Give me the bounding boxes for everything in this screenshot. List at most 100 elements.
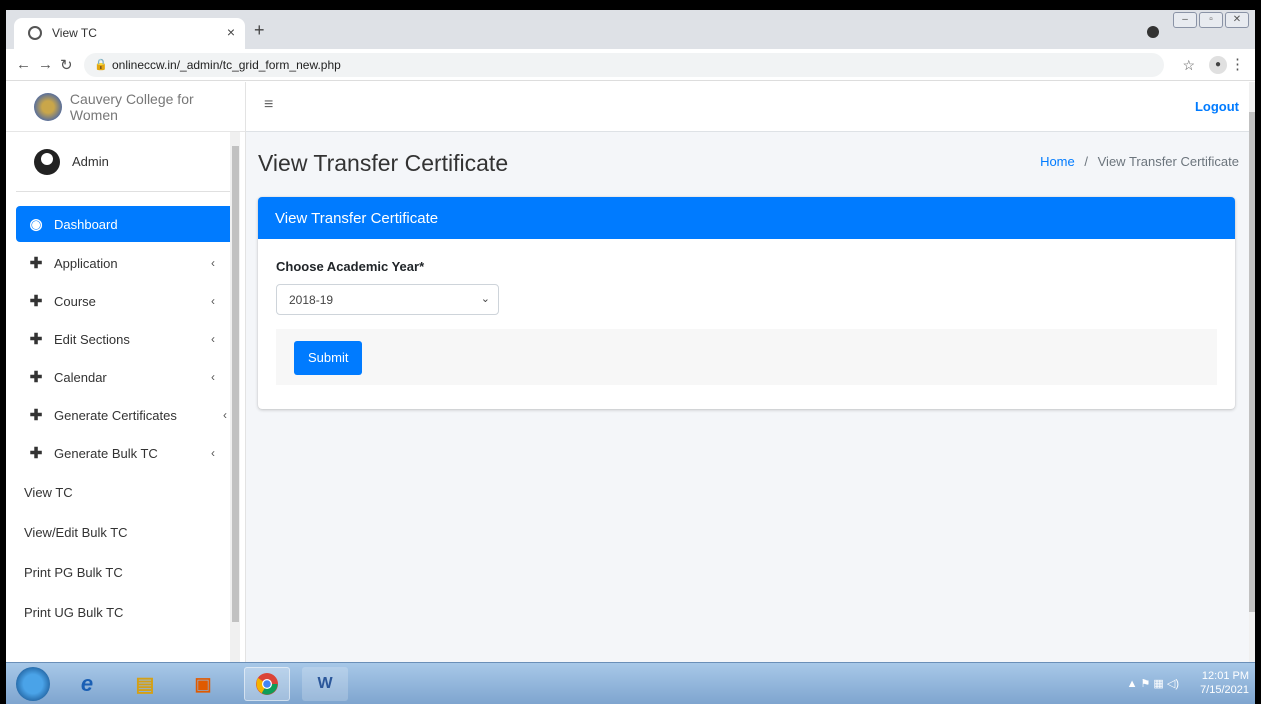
logout-link[interactable]: Logout xyxy=(1195,99,1239,114)
college-logo xyxy=(34,92,62,121)
brand-name: Cauvery College for Women xyxy=(69,90,194,123)
chevron-left-icon: ‹ xyxy=(211,446,215,460)
window-controls: – ▫ ✕ xyxy=(1173,12,1249,28)
sidebar-item-label: Print UG Bulk TC xyxy=(24,604,124,620)
breadcrumb-home-link[interactable]: Home xyxy=(1040,154,1075,169)
sidebar-item-view-tc[interactable]: View TC xyxy=(16,472,235,512)
sidebar-item-label: Generate Bulk TC xyxy=(54,445,158,461)
chevron-left-icon: ‹ xyxy=(223,408,227,422)
tray-icons[interactable]: ▲ ⚑ ▦ ◁) xyxy=(1127,677,1179,690)
sidebar-item-edit-sections[interactable]: ✚ Edit Sections ‹ xyxy=(16,320,235,358)
plus-icon: ✚ xyxy=(29,407,43,424)
sidebar-item-print-pg-bulk-tc[interactable]: Print PG Bulk TC xyxy=(16,552,235,592)
chrome-logo xyxy=(256,673,278,695)
sidebar-item-label: Course xyxy=(54,293,96,309)
top-navbar: ≡ Logout xyxy=(246,82,1249,132)
user-name: Admin xyxy=(72,154,109,169)
dashboard-icon: ◉ xyxy=(29,216,43,233)
plus-icon: ✚ xyxy=(29,255,43,272)
close-window-icon[interactable]: ✕ xyxy=(1225,12,1249,28)
sidebar: Cauvery College for Women Admin ◉ Dashbo… xyxy=(6,82,246,662)
plus-icon: ✚ xyxy=(29,293,43,310)
sidebar-scroll-thumb[interactable] xyxy=(232,146,239,622)
breadcrumb: Home / View Transfer Certificate xyxy=(1040,154,1239,169)
plus-icon: ✚ xyxy=(29,369,43,386)
brand[interactable]: Cauvery College for Women xyxy=(6,82,245,132)
academic-year-select[interactable]: 2018-19 ⌄ xyxy=(276,284,499,315)
sidebar-item-label: Edit Sections xyxy=(54,331,130,347)
sidebar-item-generate-certificates[interactable]: ✚ Generate Certificates ‹ xyxy=(16,396,235,434)
new-tab-button[interactable]: + xyxy=(254,20,265,41)
card-footer: Submit xyxy=(276,329,1217,385)
sidebar-item-label: Print PG Bulk TC xyxy=(24,564,123,580)
sidebar-item-label: Application xyxy=(54,255,118,271)
browser-menu-icon[interactable]: ⋮ xyxy=(1230,55,1245,73)
sidebar-item-generate-bulk-tc[interactable]: ✚ Generate Bulk TC ‹ xyxy=(16,434,235,472)
sidebar-item-calendar[interactable]: ✚ Calendar ‹ xyxy=(16,358,235,396)
back-icon[interactable]: ← xyxy=(16,56,31,73)
url-field[interactable]: 🔒 onlineccw.in/_admin/tc_grid_form_new.p… xyxy=(84,53,1164,77)
forward-icon[interactable]: → xyxy=(38,56,53,73)
user-panel[interactable]: Admin xyxy=(16,132,235,192)
plus-icon: ✚ xyxy=(29,445,43,462)
tc-card: View Transfer Certificate Choose Academi… xyxy=(258,197,1235,409)
reload-icon[interactable]: ↻ xyxy=(60,56,73,74)
file-explorer-icon[interactable]: ▤ xyxy=(122,667,168,701)
clock[interactable]: 12:01 PM 7/15/2021 xyxy=(1200,669,1249,697)
breadcrumb-current: View Transfer Certificate xyxy=(1097,154,1239,169)
minimize-icon[interactable]: – xyxy=(1173,12,1197,28)
chevron-left-icon: ‹ xyxy=(211,370,215,384)
sidebar-nav: ◉ Dashboard ✚ Application ‹ ✚ Course ‹ ✚… xyxy=(16,206,235,632)
sidebar-item-print-ug-bulk-tc[interactable]: Print UG Bulk TC xyxy=(16,592,235,632)
tab-title: View TC xyxy=(52,26,97,40)
sidebar-item-label: Dashboard xyxy=(54,216,118,232)
internet-explorer-icon[interactable]: e xyxy=(64,667,110,701)
chrome-icon[interactable] xyxy=(244,667,290,701)
chevron-left-icon: ‹ xyxy=(211,332,215,346)
clock-time: 12:01 PM xyxy=(1201,670,1249,682)
clock-date: 7/15/2021 xyxy=(1200,684,1249,696)
sidebar-item-label: View/Edit Bulk TC xyxy=(24,524,128,540)
extension-icon[interactable] xyxy=(1147,26,1159,38)
windows-taskbar: e ▤ ▣ W ▲ ⚑ ▦ ◁) 12:01 PM 7/15/2021 xyxy=(6,662,1255,704)
breadcrumb-separator: / xyxy=(1084,154,1088,169)
web-page: Cauvery College for Women Admin ◉ Dashbo… xyxy=(6,82,1249,662)
sidebar-item-view-edit-bulk-tc[interactable]: View/Edit Bulk TC xyxy=(16,512,235,552)
tab-close-icon[interactable]: × xyxy=(227,24,235,40)
chevron-left-icon: ‹ xyxy=(211,256,215,270)
globe-icon xyxy=(28,26,42,40)
word-icon[interactable]: W xyxy=(302,667,348,701)
page-scroll-thumb[interactable] xyxy=(1249,112,1255,612)
sidebar-item-dashboard[interactable]: ◉ Dashboard xyxy=(16,206,235,242)
avatar xyxy=(34,148,60,175)
chevron-down-icon: ⌄ xyxy=(480,293,490,305)
browser-tab-strip: View TC × + – ▫ ✕ xyxy=(6,10,1255,49)
card-body: Choose Academic Year* 2018-19 ⌄ Submit xyxy=(258,239,1235,405)
sidebar-item-application[interactable]: ✚ Application ‹ xyxy=(16,244,235,282)
browser-tab[interactable]: View TC × xyxy=(14,18,245,49)
maximize-icon[interactable]: ▫ xyxy=(1199,12,1223,28)
screen: View TC × + – ▫ ✕ ← → ↻ 🔒 onlineccw.in/_… xyxy=(6,10,1255,704)
sidebar-item-label: Generate Certificates xyxy=(54,407,177,423)
chevron-left-icon: ‹ xyxy=(211,294,215,308)
page-scrollbar[interactable] xyxy=(1249,82,1255,662)
academic-year-label: Choose Academic Year* xyxy=(276,259,425,274)
account-icon[interactable]: ● xyxy=(1209,56,1227,74)
main-content: View Transfer Certificate Home / View Tr… xyxy=(246,132,1249,662)
submit-button[interactable]: Submit xyxy=(294,341,363,375)
sidebar-item-label: View TC xyxy=(24,484,73,500)
bookmark-star-icon[interactable]: ☆ xyxy=(1182,57,1195,74)
lock-icon: 🔒 xyxy=(94,59,108,71)
academic-year-value: 2018-19 xyxy=(289,293,334,307)
sidebar-item-course[interactable]: ✚ Course ‹ xyxy=(16,282,235,320)
sidebar-item-label: Calendar xyxy=(54,369,107,385)
page-title: View Transfer Certificate xyxy=(258,150,509,176)
sidebar-scrollbar[interactable] xyxy=(230,132,240,662)
card-header: View Transfer Certificate xyxy=(258,197,1235,239)
url-text: onlineccw.in/_admin/tc_grid_form_new.php xyxy=(112,58,341,72)
media-player-icon[interactable]: ▣ xyxy=(180,667,226,701)
start-button[interactable] xyxy=(16,667,50,701)
menu-icon[interactable]: ≡ xyxy=(264,96,273,114)
plus-icon: ✚ xyxy=(29,331,43,348)
address-bar-row: ← → ↻ 🔒 onlineccw.in/_admin/tc_grid_form… xyxy=(6,49,1255,81)
